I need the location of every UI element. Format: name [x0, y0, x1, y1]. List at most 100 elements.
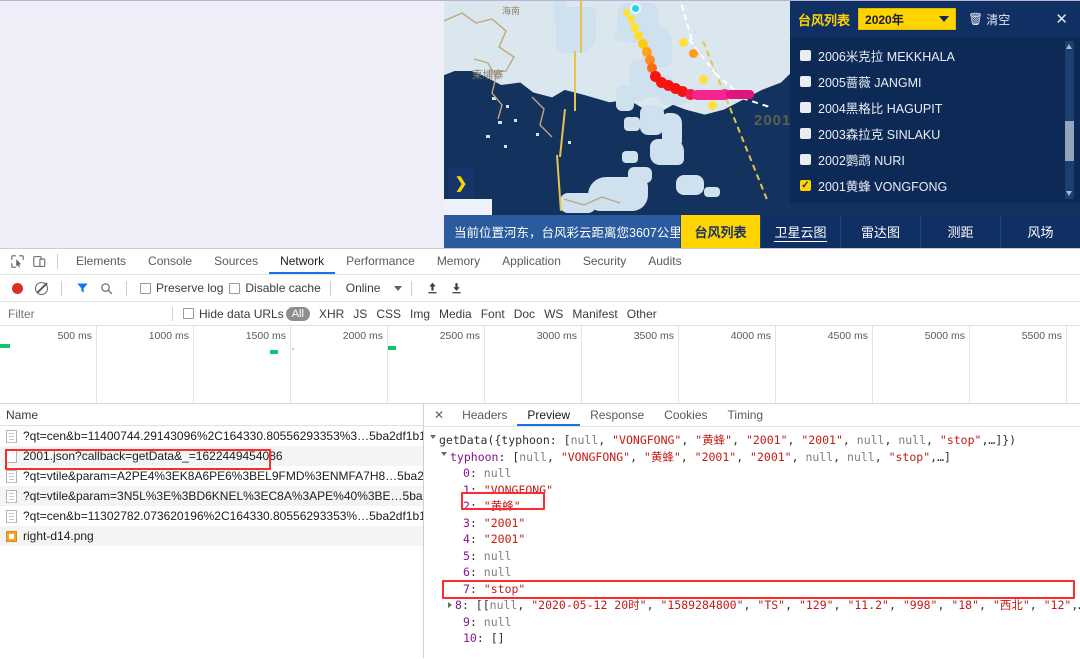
type-filter-all[interactable]: All: [285, 306, 310, 321]
network-overview-timeline[interactable]: 500 ms 1000 ms 1500 ms 2000 ms 2500 ms 3…: [0, 326, 1080, 404]
json-preview-tree[interactable]: getData({typhoon: [null, "VONGFONG", "黄蜂…: [424, 427, 1080, 647]
request-list-pane[interactable]: Name ?qt=cen&b=11400744.29143096%2C16433…: [0, 404, 424, 658]
typhoon-checkbox[interactable]: [800, 153, 811, 165]
map-land-mainland: [444, 1, 554, 71]
scroll-down-icon[interactable]: [1066, 191, 1072, 196]
typhoon-checkbox[interactable]: [800, 49, 811, 61]
table-row[interactable]: ?qt=vtile&param=A2PE4%3EK8A6PE6%3BEL9FMD…: [0, 466, 423, 486]
device-toolbar-icon[interactable]: [28, 251, 50, 273]
detail-tab-preview[interactable]: Preview: [517, 404, 580, 426]
typhoon-checkbox[interactable]: [800, 101, 811, 113]
map-tab-typhoon-list[interactable]: 台风列表: [680, 215, 760, 248]
json-entry-row[interactable]: 9: null: [430, 614, 1080, 631]
json-entry-row[interactable]: 6: null: [430, 564, 1080, 581]
tab-console[interactable]: Console: [137, 249, 203, 274]
tab-security[interactable]: Security: [572, 249, 637, 274]
tab-network[interactable]: Network: [269, 249, 335, 274]
search-button[interactable]: [95, 277, 117, 299]
json-entry-row[interactable]: 2: "黄蜂": [430, 498, 1080, 515]
type-filter-doc[interactable]: Doc: [514, 307, 535, 321]
map-panel-toggle-button[interactable]: ❯: [448, 167, 474, 199]
typhoon-list-item[interactable]: 2005蔷薇 JANGMI: [800, 68, 1080, 94]
json-entry-row[interactable]: 4: "2001": [430, 531, 1080, 548]
typhoon-list[interactable]: 2006米克拉 MEKKHALA 2005蔷薇 JANGMI 2004黑格比 H…: [790, 37, 1080, 203]
disable-cache-checkbox[interactable]: Disable cache: [229, 281, 321, 295]
table-row[interactable]: ?qt=cen&b=11400744.29143096%2C164330.805…: [0, 426, 423, 446]
hide-data-urls-checkbox[interactable]: Hide data URLs: [183, 307, 284, 321]
clear-button[interactable]: [30, 277, 52, 299]
scroll-up-icon[interactable]: [1066, 44, 1072, 49]
tab-performance[interactable]: Performance: [335, 249, 426, 274]
json-entry-row[interactable]: 5: null: [430, 548, 1080, 565]
typhoon-list-item[interactable]: 2003森拉克 SINLAKU: [800, 120, 1080, 146]
tab-sources[interactable]: Sources: [203, 249, 269, 274]
table-row[interactable]: ?qt=cen&b=11302782.073620196%2C164330.80…: [0, 506, 423, 526]
inspect-element-icon[interactable]: [6, 251, 28, 273]
type-filter-other[interactable]: Other: [627, 307, 657, 321]
typhoon-checkbox-checked[interactable]: ✓: [800, 179, 811, 191]
expand-triangle-icon[interactable]: [448, 602, 452, 608]
table-row[interactable]: right-d14.png: [0, 526, 423, 546]
type-filter-css[interactable]: CSS: [376, 307, 401, 321]
type-filter-font[interactable]: Font: [481, 307, 505, 321]
type-filter-manifest[interactable]: Manifest: [572, 307, 617, 321]
import-har-button[interactable]: [421, 277, 443, 299]
type-filter-media[interactable]: Media: [439, 307, 472, 321]
export-har-button[interactable]: [445, 277, 467, 299]
typhoon-list-scrollbar[interactable]: [1065, 41, 1074, 199]
type-filter-xhr[interactable]: XHR: [319, 307, 344, 321]
table-row[interactable]: ?qt=vtile&param=3N5L%3E%3BD6KNEL%3EC8A%3…: [0, 486, 423, 506]
json-entry-row[interactable]: 10: []: [430, 630, 1080, 647]
map-tab-radar[interactable]: 雷达图: [840, 215, 920, 248]
map-tab-satellite[interactable]: 卫星云图: [760, 215, 840, 248]
request-column-header[interactable]: Name: [0, 404, 423, 426]
typhoon-checkbox[interactable]: [800, 75, 811, 87]
json-entry-row-array[interactable]: 8: [[null, "2020-05-12 20时", "1589284800…: [430, 597, 1080, 614]
typhoon-map[interactable]: 柬埔寨 海南 2001黄蜂 ❯ 台风列表 2020年 🗑 清空 ✕ 2006米克…: [444, 1, 1080, 248]
tab-memory[interactable]: Memory: [426, 249, 491, 274]
expand-triangle-icon[interactable]: [430, 435, 436, 442]
table-row[interactable]: 2001.json?callback=getData&_=16224494540…: [0, 446, 423, 466]
typhoon-panel-header: 台风列表 2020年 🗑 清空 ✕: [790, 1, 1080, 37]
detail-tab-headers[interactable]: Headers: [452, 404, 517, 426]
tab-audits[interactable]: Audits: [637, 249, 692, 274]
json-entry-row[interactable]: 0: null: [430, 465, 1080, 482]
type-filter-js[interactable]: JS: [353, 307, 367, 321]
typhoon-checkbox[interactable]: [800, 127, 811, 139]
json-entry-row[interactable]: 1: "VONGFONG": [430, 482, 1080, 499]
detail-tab-response[interactable]: Response: [580, 404, 654, 426]
detail-tab-cookies[interactable]: Cookies: [654, 404, 717, 426]
throttling-select[interactable]: Online: [346, 281, 403, 295]
map-tab-measure[interactable]: 测距: [920, 215, 1000, 248]
map-tab-wind[interactable]: 风场: [1000, 215, 1080, 248]
import-har-icon: [428, 282, 437, 294]
json-typhoon-row[interactable]: typhoon: [null, "VONGFONG", "黄蜂", "2001"…: [430, 449, 1080, 466]
type-filter-ws[interactable]: WS: [544, 307, 563, 321]
filter-input[interactable]: [6, 305, 166, 322]
preserve-log-checkbox[interactable]: Preserve log: [140, 281, 223, 295]
typhoon-list-panel[interactable]: 台风列表 2020年 🗑 清空 ✕ 2006米克拉 MEKKHALA 2005蔷…: [790, 1, 1080, 203]
scrollbar-thumb[interactable]: [1065, 121, 1074, 161]
json-root-row[interactable]: getData({typhoon: [null, "VONGFONG", "黄蜂…: [430, 432, 1080, 449]
tab-application[interactable]: Application: [491, 249, 572, 274]
filter-toggle-button[interactable]: [71, 277, 93, 299]
close-icon[interactable]: ✕: [432, 408, 452, 422]
image-icon: [6, 530, 17, 542]
record-button[interactable]: [6, 277, 28, 299]
json-entry-row[interactable]: 3: "2001": [430, 515, 1080, 532]
typhoon-list-item[interactable]: 2002鹦鹉 NURI: [800, 146, 1080, 172]
typhoon-list-item-selected[interactable]: ✓ 2001黄蜂 VONGFONG: [800, 172, 1080, 198]
detail-tab-timing[interactable]: Timing: [718, 404, 774, 426]
json-value: null: [483, 548, 512, 563]
json-value: "VONGFONG": [560, 449, 631, 464]
year-select[interactable]: 2020年: [858, 8, 957, 30]
clear-button[interactable]: 🗑 清空: [968, 11, 1010, 28]
expand-triangle-icon[interactable]: [441, 451, 447, 459]
tab-elements[interactable]: Elements: [65, 249, 137, 274]
type-filter-img[interactable]: Img: [410, 307, 430, 321]
close-icon[interactable]: ✕: [1051, 10, 1072, 28]
json-index: 3: [463, 515, 470, 530]
typhoon-list-item[interactable]: 2004黑格比 HAGUPIT: [800, 94, 1080, 120]
json-entry-row[interactable]: 7: "stop": [430, 581, 1080, 598]
typhoon-list-item[interactable]: 2006米克拉 MEKKHALA: [800, 42, 1080, 68]
